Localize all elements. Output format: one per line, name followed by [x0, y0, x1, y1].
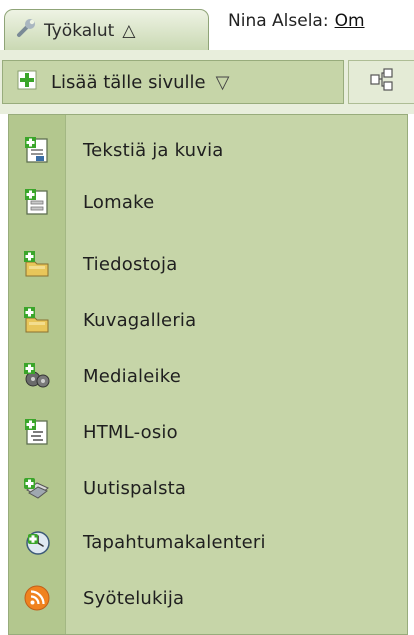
wrench-icon [15, 17, 37, 44]
menu-item-files[interactable]: Tiedostoja [9, 239, 407, 289]
user-info: Nina Alsela: Om [228, 11, 365, 31]
menu-item-label: Tiedostoja [83, 253, 178, 275]
toolbar: Lisää tälle sivulle ▽ [0, 50, 414, 114]
tools-tab[interactable]: Työkalut △ [4, 9, 209, 51]
menu-item-label: Tapahtumakalenteri [83, 531, 266, 553]
feed-reader-icon [9, 573, 65, 623]
form-icon [9, 177, 65, 227]
add-to-page-label: Lisää tälle sivulle [51, 71, 206, 93]
menu-item-form[interactable]: Lomake [9, 177, 407, 227]
sitemap-icon [369, 67, 395, 97]
menu-item-image-gallery[interactable]: Kuvagalleria [9, 295, 407, 345]
menu-item-feed-reader[interactable]: Syötelukija [9, 573, 407, 623]
html-section-icon [9, 407, 65, 457]
add-to-page-button[interactable]: Lisää tälle sivulle ▽ [2, 60, 344, 104]
menu-item-news-column[interactable]: Uutispalsta [9, 463, 407, 513]
page-background [408, 114, 414, 635]
menu-item-media-clip[interactable]: Medialeike [9, 351, 407, 401]
menu-item-label: HTML-osio [83, 421, 178, 443]
menu-item-label: Tekstiä ja kuvia [83, 139, 224, 161]
menu-item-label: Kuvagalleria [83, 309, 197, 331]
top-bar: Työkalut △ Nina Alsela: Om [0, 0, 414, 52]
menu-item-label: Uutispalsta [83, 477, 187, 499]
menu-item-label: Lomake [83, 191, 155, 213]
add-content-menu: Tekstiä ja kuvia Lomake Tiedostoja Kuvag… [8, 114, 408, 635]
tools-tab-label: Työkalut [44, 20, 115, 41]
image-gallery-icon [9, 295, 65, 345]
menu-item-html-section[interactable]: HTML-osio [9, 407, 407, 457]
event-calendar-icon [9, 517, 65, 567]
app-window: Työkalut △ Nina Alsela: Om Lisää tälle si… [0, 0, 414, 635]
text-and-images-icon [9, 125, 65, 175]
files-icon [9, 239, 65, 289]
menu-item-label: Medialeike [83, 365, 181, 387]
media-clip-icon [9, 351, 65, 401]
menu-item-event-calendar[interactable]: Tapahtumakalenteri [9, 517, 407, 567]
menu-item-label: Syötelukija [83, 587, 185, 609]
add-icon [17, 70, 37, 95]
user-name: Nina Alsela: [228, 11, 329, 31]
caret-down-icon: ▽ [215, 71, 230, 93]
caret-up-icon: △ [122, 20, 136, 41]
user-link[interactable]: Om [335, 11, 365, 31]
news-column-icon [9, 463, 65, 513]
sitemap-button[interactable] [348, 60, 414, 104]
menu-item-text-and-images[interactable]: Tekstiä ja kuvia [9, 125, 407, 175]
